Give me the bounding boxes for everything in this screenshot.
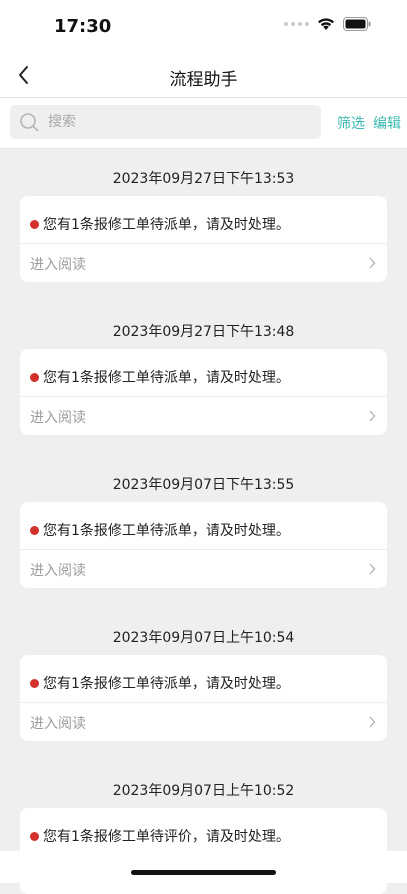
- search-box[interactable]: [10, 105, 321, 139]
- message-date: 2023年09月27日下午13:53: [112, 171, 295, 187]
- divider: [20, 702, 387, 703]
- search-icon: [20, 113, 39, 132]
- read-link[interactable]: 进入阅读: [30, 713, 86, 733]
- divider: [20, 549, 387, 550]
- nav-bar: 流程助手: [0, 54, 407, 98]
- message-date: 2023年09月07日上午10:52: [112, 783, 295, 799]
- message-date: 2023年09月07日下午13:55: [112, 477, 295, 493]
- search-bar: 筛选 编辑: [0, 98, 407, 149]
- read-link[interactable]: 进入阅读: [30, 254, 86, 274]
- message-card[interactable]: 您有1条报修工单待派单，请及时处理。 进入阅读: [20, 349, 387, 435]
- message-date: 2023年09月07日上午10:54: [112, 630, 295, 646]
- battery-icon: [343, 17, 371, 31]
- unread-dot-icon: [30, 219, 39, 229]
- edit-button[interactable]: 编辑: [373, 113, 401, 133]
- wifi-icon: [318, 18, 334, 30]
- status-icons: [284, 17, 371, 31]
- page-title: 流程助手: [169, 70, 238, 90]
- message-text: 您有1条报修工单待派单，请及时处理。: [43, 523, 290, 539]
- message-card[interactable]: 您有1条报修工单待派单，请及时处理。 进入阅读: [20, 502, 387, 588]
- signal-dots-icon: [284, 22, 309, 26]
- unread-dot-icon: [30, 678, 39, 688]
- status-bar: 17:30: [0, 0, 407, 54]
- read-link[interactable]: 进入阅读: [30, 407, 86, 427]
- divider: [20, 243, 387, 244]
- message-card[interactable]: 您有1条报修工单待派单，请及时处理。 进入阅读: [20, 655, 387, 741]
- chevron-right-icon: [369, 257, 376, 269]
- chevron-right-icon: [369, 410, 376, 422]
- unread-dot-icon: [30, 525, 39, 535]
- message-text: 您有1条报修工单待派单，请及时处理。: [43, 217, 290, 233]
- message-text: 您有1条报修工单待派单，请及时处理。: [43, 370, 290, 386]
- divider: [20, 396, 387, 397]
- home-area: [0, 851, 407, 883]
- message-card[interactable]: 您有1条报修工单待派单，请及时处理。 进入阅读: [20, 196, 387, 282]
- home-indicator[interactable]: [131, 870, 276, 875]
- unread-dot-icon: [30, 831, 39, 841]
- filter-button[interactable]: 筛选: [337, 113, 365, 133]
- chevron-right-icon: [369, 563, 376, 575]
- message-text: 您有1条报修工单待派单，请及时处理。: [43, 676, 290, 692]
- status-time: 17:30: [54, 16, 112, 37]
- search-input[interactable]: [48, 105, 308, 139]
- unread-dot-icon: [30, 372, 39, 382]
- message-text: 您有1条报修工单待评价，请及时处理。: [43, 829, 290, 845]
- chevron-right-icon: [369, 716, 376, 728]
- message-date: 2023年09月27日下午13:48: [112, 324, 295, 340]
- read-link[interactable]: 进入阅读: [30, 560, 86, 580]
